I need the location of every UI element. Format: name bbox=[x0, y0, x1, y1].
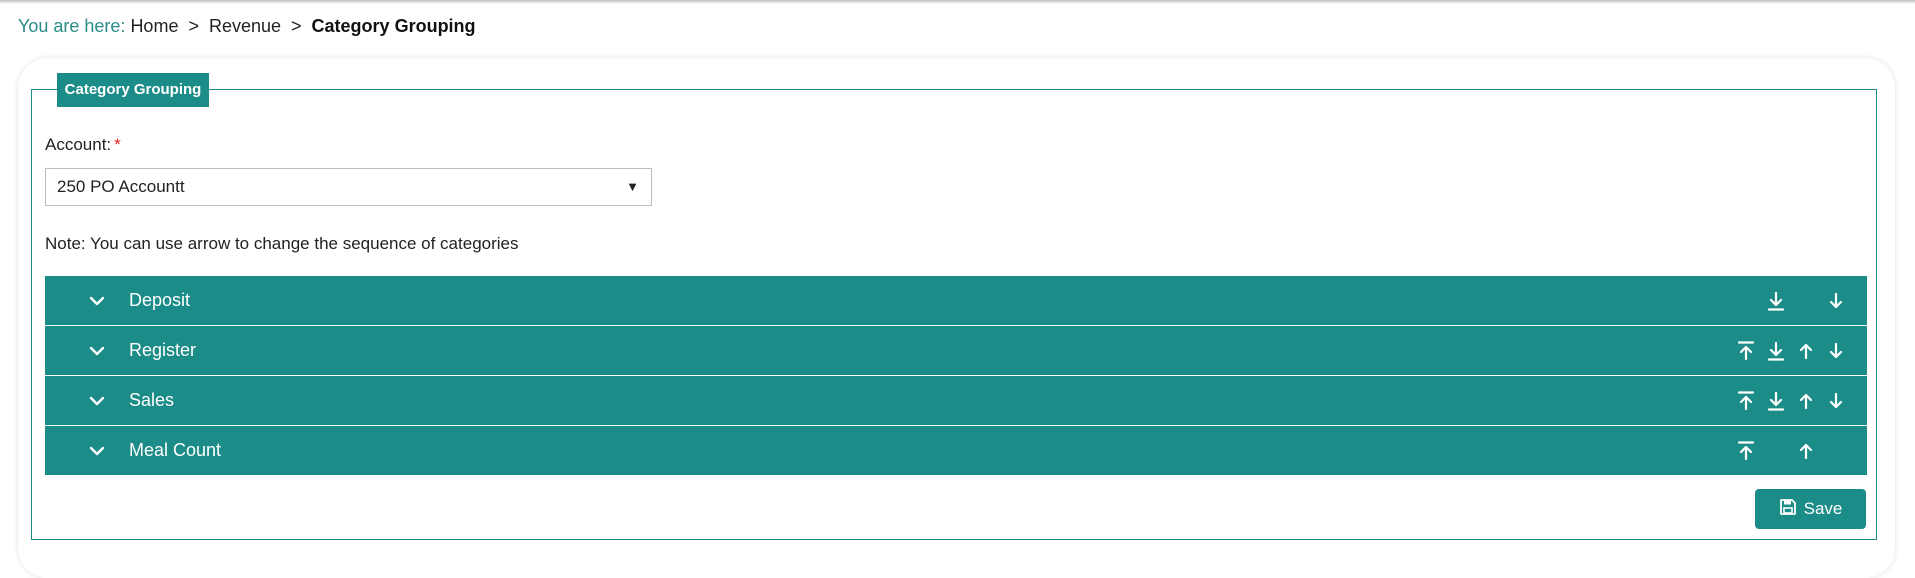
category-row-deposit: Deposit bbox=[45, 276, 1867, 325]
move-to-top-icon[interactable] bbox=[1735, 440, 1757, 462]
row-actions bbox=[1735, 376, 1847, 425]
row-actions bbox=[1735, 326, 1847, 375]
account-select-value: 250 PO Accountt bbox=[57, 177, 185, 196]
move-up-icon[interactable] bbox=[1795, 340, 1817, 362]
move-up-icon[interactable] bbox=[1795, 440, 1817, 462]
fieldset-legend: Category Grouping bbox=[57, 73, 209, 107]
save-button[interactable]: Save bbox=[1755, 489, 1866, 529]
row-actions bbox=[1765, 276, 1847, 325]
required-mark: * bbox=[114, 135, 121, 154]
move-to-bottom-icon[interactable] bbox=[1765, 290, 1787, 312]
category-list: Deposit Register Sales Meal Count bbox=[45, 276, 1867, 476]
move-down-icon[interactable] bbox=[1825, 340, 1847, 362]
chevron-down-icon[interactable] bbox=[87, 276, 107, 325]
move-up-icon[interactable] bbox=[1795, 390, 1817, 412]
save-button-label: Save bbox=[1803, 499, 1843, 518]
move-to-bottom-icon[interactable] bbox=[1765, 390, 1787, 412]
breadcrumb-home-link[interactable]: Home bbox=[130, 16, 178, 36]
chevron-down-icon[interactable] bbox=[87, 326, 107, 375]
category-row-meal-count: Meal Count bbox=[45, 426, 1867, 475]
chevron-down-icon[interactable] bbox=[87, 376, 107, 425]
move-to-top-icon[interactable] bbox=[1735, 390, 1757, 412]
floppy-disk-icon bbox=[1779, 498, 1797, 521]
move-to-bottom-icon[interactable] bbox=[1765, 340, 1787, 362]
category-row-sales: Sales bbox=[45, 376, 1867, 425]
category-label: Meal Count bbox=[129, 440, 222, 460]
category-label: Register bbox=[129, 340, 197, 360]
account-label-text: Account: bbox=[45, 135, 112, 154]
category-label: Sales bbox=[129, 390, 175, 410]
breadcrumb-prefix: You are here: bbox=[18, 16, 126, 36]
category-row-register: Register bbox=[45, 326, 1867, 375]
move-down-icon[interactable] bbox=[1825, 290, 1847, 312]
breadcrumb: You are here: Home > Revenue > Category Grou… bbox=[18, 14, 476, 38]
move-to-top-icon[interactable] bbox=[1735, 340, 1757, 362]
breadcrumb-separator: > bbox=[291, 16, 302, 36]
breadcrumb-separator: > bbox=[188, 16, 199, 36]
chevron-down-icon[interactable] bbox=[87, 426, 107, 475]
account-label: Account: * bbox=[45, 135, 121, 155]
row-actions bbox=[1735, 426, 1847, 475]
caret-down-icon: ▼ bbox=[626, 179, 639, 194]
sequence-note: Note: You can use arrow to change the se… bbox=[45, 234, 519, 253]
breadcrumb-current: Category Grouping bbox=[311, 16, 476, 36]
account-select[interactable]: 250 PO Accountt ▼ bbox=[45, 168, 652, 206]
breadcrumb-revenue-link[interactable]: Revenue bbox=[209, 16, 281, 36]
move-down-icon[interactable] bbox=[1825, 390, 1847, 412]
top-shadow bbox=[0, 0, 1915, 4]
category-label: Deposit bbox=[129, 290, 191, 310]
